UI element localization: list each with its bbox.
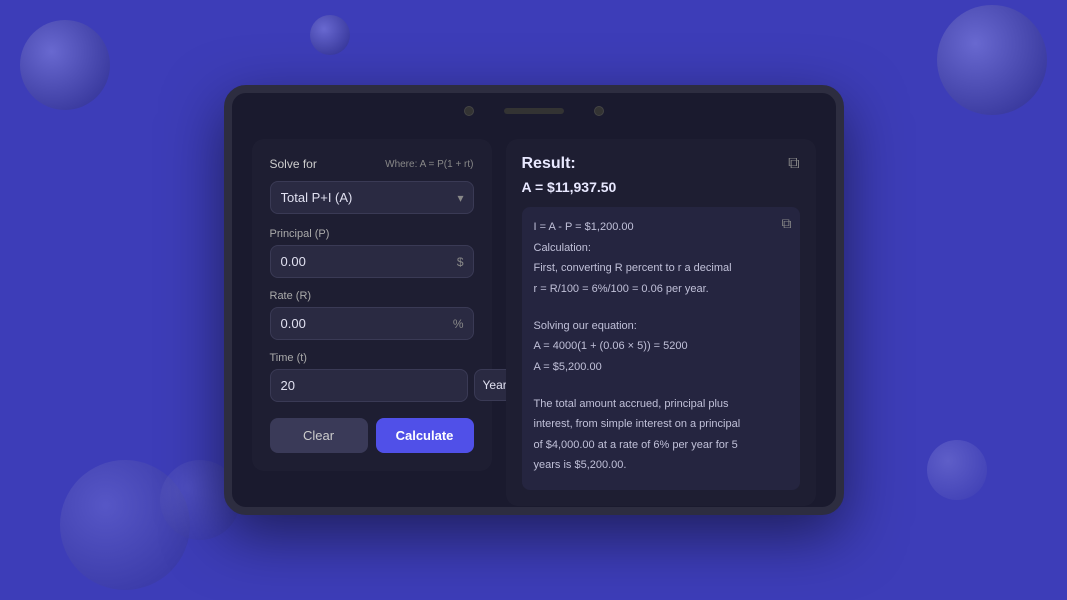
- tablet-camera-left: [464, 106, 474, 116]
- result-panel: Result: ⧉ A = $11,937.50 ⧉ I = A - P = $…: [506, 139, 816, 506]
- solve-for-wrapper: Total P+I (A) Principal (P) Rate (R) Tim…: [270, 181, 474, 214]
- detail-line-11: interest, from simple interest on a prin…: [534, 416, 788, 433]
- detail-line-13: years is $5,200.00.: [534, 457, 788, 474]
- calculate-button[interactable]: Calculate: [376, 418, 474, 453]
- result-detail-box: ⧉ I = A - P = $1,200.00 Calculation: Fir…: [522, 207, 800, 490]
- detail-line-2: Calculation:: [534, 240, 788, 257]
- clear-button[interactable]: Clear: [270, 418, 368, 453]
- detail-line-12: of $4,000.00 at a rate of 6% per year fo…: [534, 437, 788, 454]
- time-input[interactable]: [270, 369, 468, 402]
- solve-for-header: Solve for Where: A = P(1 + rt): [270, 157, 474, 171]
- principal-input[interactable]: [270, 245, 474, 278]
- result-header: Result: ⧉: [522, 155, 800, 173]
- solve-for-select[interactable]: Total P+I (A) Principal (P) Rate (R) Tim…: [270, 181, 474, 214]
- rate-input[interactable]: [270, 307, 474, 340]
- rate-label: Rate (R): [270, 290, 474, 302]
- copy-icon[interactable]: ⧉: [788, 155, 799, 173]
- app-area: Solve for Where: A = P(1 + rt) Total P+I…: [232, 129, 836, 526]
- detail-line-7: A = 4000(1 + (0.06 × 5)) = 5200: [534, 338, 788, 355]
- copy-detail-icon[interactable]: ⧉: [782, 215, 792, 232]
- rate-field-group: Rate (R) %: [270, 290, 474, 340]
- button-row: Clear Calculate: [270, 418, 474, 453]
- principal-field-group: Principal (P) $: [270, 228, 474, 278]
- calculator-form: Solve for Where: A = P(1 + rt) Total P+I…: [252, 139, 492, 471]
- time-label: Time (t): [270, 352, 474, 364]
- formula-label: Where: A = P(1 + rt): [385, 159, 473, 170]
- time-input-wrapper: Years Months ▾: [270, 369, 474, 402]
- decorative-sphere-2: [310, 15, 350, 55]
- detail-line-3: First, converting R percent to r a decim…: [534, 260, 788, 277]
- result-title: Result:: [522, 155, 576, 173]
- detail-line-4: r = R/100 = 6%/100 = 0.06 per year.: [534, 281, 788, 298]
- decorative-sphere-6: [927, 440, 987, 500]
- time-field-group: Time (t) Years Months ▾: [270, 352, 474, 402]
- result-detail-text: I = A - P = $1,200.00 Calculation: First…: [534, 219, 788, 474]
- rate-input-wrapper: %: [270, 307, 474, 340]
- detail-line-1: I = A - P = $1,200.00: [534, 219, 788, 236]
- tablet-camera-right: [594, 106, 604, 116]
- decorative-sphere-1: [20, 20, 110, 110]
- tablet-speaker: [504, 108, 564, 114]
- principal-label: Principal (P): [270, 228, 474, 240]
- result-main-value: A = $11,937.50: [522, 179, 800, 195]
- principal-input-wrapper: $: [270, 245, 474, 278]
- tablet-top-bar: [232, 93, 836, 129]
- solve-for-label: Solve for: [270, 157, 317, 171]
- decorative-sphere-3: [937, 5, 1047, 115]
- detail-line-10: The total amount accrued, principal plus: [534, 396, 788, 413]
- detail-line-6: Solving our equation:: [534, 318, 788, 335]
- detail-line-8: A = $5,200.00: [534, 359, 788, 376]
- tablet-device: Solve for Where: A = P(1 + rt) Total P+I…: [224, 85, 844, 515]
